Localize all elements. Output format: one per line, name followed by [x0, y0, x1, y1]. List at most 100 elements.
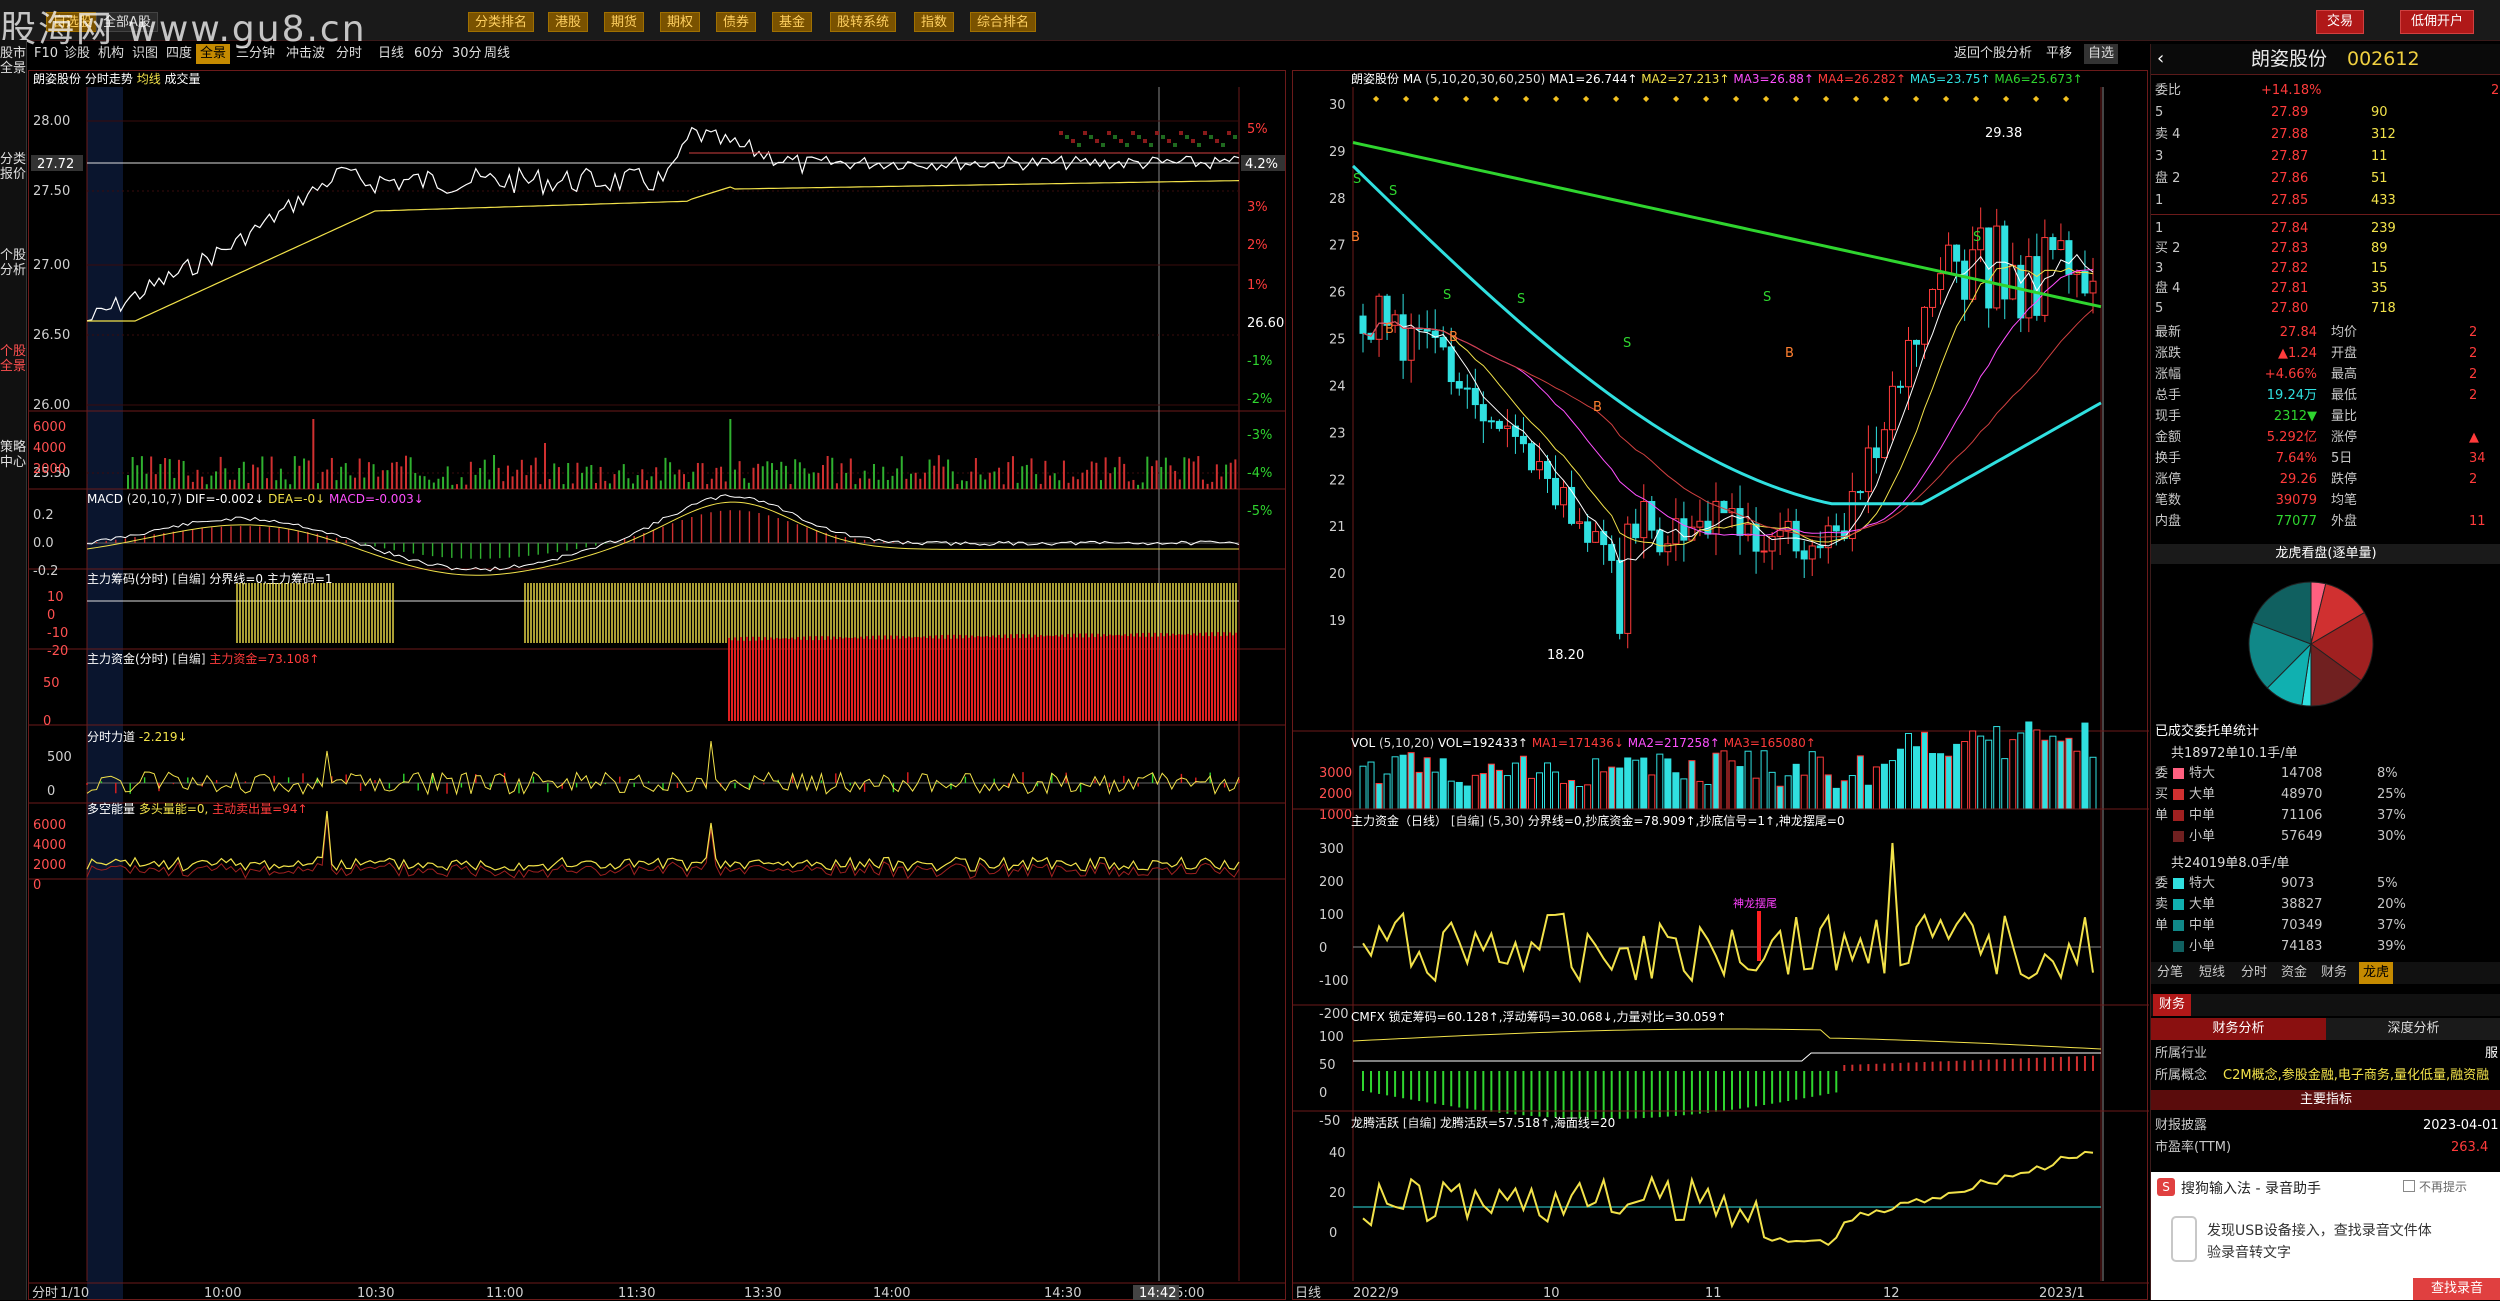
toolbar-item-12[interactable]: 周线 — [480, 44, 514, 64]
candle-body — [1720, 500, 1728, 514]
ask-row[interactable]: 3 27.87 11 — [2151, 146, 2500, 167]
volume-bar — [525, 475, 528, 489]
watchlist-select[interactable]: 自选 — [2084, 44, 2119, 64]
menu-hk-stocks[interactable]: 港股 — [548, 12, 589, 32]
find-recording-button[interactable]: 查找录音 — [2413, 1278, 2500, 1300]
bid-row[interactable]: 1 27.84 239 — [2151, 218, 2500, 239]
menu-futures[interactable]: 期货 — [604, 12, 645, 32]
ask-row[interactable]: 卖 4 27.88 312 — [2151, 124, 2500, 145]
bid-row[interactable]: 5 27.80 718 — [2151, 298, 2500, 319]
nav-stock-analysis[interactable]: 个股分析 — [0, 248, 26, 278]
volume-bar — [191, 481, 194, 489]
volume-bar — [720, 466, 723, 489]
candle-body — [1969, 249, 1977, 300]
nav-stock-panorama[interactable]: 个股全景 — [0, 344, 26, 374]
toolbar-item-10[interactable]: 60分 — [410, 44, 448, 64]
toolbar-item-4[interactable]: 四度 — [162, 44, 196, 64]
volume-bar — [228, 479, 231, 489]
volume-bar — [1058, 480, 1061, 489]
open-account-button[interactable]: 低佣开户 — [2400, 10, 2475, 34]
right-tab-3[interactable]: 资金 — [2277, 962, 2311, 984]
toolbar-item-5[interactable]: 全景 — [196, 44, 231, 64]
right-tab-4[interactable]: 财务 — [2317, 962, 2351, 984]
main-index-header: 主要指标 — [2151, 1090, 2500, 1110]
toolbar-item-7[interactable]: 冲击波 — [282, 44, 329, 64]
back-to-analysis[interactable]: 返回个股分析 — [1950, 44, 2036, 64]
toolbar-item-3[interactable]: 识图 — [128, 44, 162, 64]
nav-strategy-center[interactable]: 策略中心 — [0, 440, 26, 470]
intraday-chart[interactable]: 28.0027.5027.0026.5026.0025.5027.725%4.2… — [29, 71, 1287, 1301]
finance-analysis-tab[interactable]: 财务分析 — [2151, 1018, 2326, 1040]
vol-bar — [1896, 748, 1904, 810]
candle-body — [1664, 543, 1672, 553]
back-arrow-icon[interactable]: ‹ — [2157, 44, 2164, 74]
usb-device-icon — [2171, 1216, 2197, 1262]
daily-price-tick: 20 — [1329, 567, 1346, 582]
nav-market-overview[interactable]: 股市全景 — [0, 46, 26, 76]
buy-order-summary: 共18972单10.1手/单委 特大 14708 8% 买 大单 48970 25% 单 中单 71… — [2151, 742, 2500, 852]
vol-bar — [1776, 785, 1784, 810]
volume-tick-label: 4000 — [33, 441, 66, 456]
top-signal-dot: ◆ — [1763, 94, 1770, 103]
right-tab-5[interactable]: 龙虎 — [2359, 962, 2394, 984]
menu-options[interactable]: 期权 — [660, 12, 701, 32]
volume-bar — [1178, 479, 1181, 489]
summary-row: 委 特大 14708 8% — [2151, 764, 2500, 784]
volume-bar — [835, 483, 838, 489]
menu-funds[interactable]: 基金 — [772, 12, 813, 32]
right-tab-2[interactable]: 分时 — [2237, 962, 2271, 984]
daily-fund-line — [1362, 842, 2094, 984]
menu-category-rank[interactable]: 分类排名 — [468, 12, 535, 32]
pan-button[interactable]: 平移 — [2042, 44, 2076, 64]
vol-title-part: VOL=192433↑ — [1438, 736, 1532, 750]
top-signal-dot: ◆ — [1883, 94, 1890, 103]
vol-bar — [1527, 777, 1535, 810]
vol-bar — [1768, 771, 1776, 810]
toolbar-item-2[interactable]: 机构 — [94, 44, 128, 64]
menu-index[interactable]: 指数 — [914, 12, 955, 32]
nav-category-quote[interactable]: 分类报价 — [0, 152, 26, 182]
toolbar-item-1[interactable]: 诊股 — [60, 44, 94, 64]
volume-bar — [154, 474, 157, 489]
daily-title-part: 朗姿股份 — [1351, 72, 1403, 86]
vol-bar — [1736, 766, 1744, 810]
finance-tab[interactable]: 财务 — [2153, 994, 2192, 1016]
menu-neeq[interactable]: 股转系统 — [830, 12, 897, 32]
toolbar-item-9[interactable]: 日线 — [374, 44, 408, 64]
candle-body — [1568, 486, 1576, 524]
ask-row-5[interactable]: 5 27.89 90 — [2151, 102, 2500, 123]
volume-bar — [933, 465, 936, 489]
volume-bar — [1035, 474, 1038, 489]
daily-chart[interactable]: 朗姿股份 MA (5,10,20,30,60,250) MA1=26.744↑ … — [1293, 71, 2149, 1301]
date-tick-label: 日线 — [1295, 1286, 1321, 1301]
vol-bar — [1608, 766, 1616, 810]
toolbar-item-8[interactable]: 分时 — [332, 44, 366, 64]
right-tab-1[interactable]: 短线 — [2195, 962, 2229, 984]
legend-swatch — [2173, 941, 2184, 952]
candle-body — [1439, 336, 1447, 348]
bid-row[interactable]: 买 2 27.83 89 — [2151, 238, 2500, 259]
bid-row[interactable]: 盘 4 27.81 35 — [2151, 278, 2500, 299]
trade-button[interactable]: 交易 — [2316, 10, 2365, 34]
ask-row[interactable]: 盘 2 27.86 51 — [2151, 168, 2500, 189]
toolbar-item-0[interactable]: F10 — [30, 44, 62, 64]
volume-bar — [1086, 469, 1089, 489]
toolbar-item-6[interactable]: 三分钟 — [232, 44, 279, 64]
right-tab-0[interactable]: 分笔 — [2153, 962, 2187, 984]
fund-tick-label: 50 — [43, 676, 60, 691]
candle-body — [1856, 491, 1864, 494]
summary-row: 委 特大 9073 5% — [2151, 874, 2500, 894]
vol-bar — [1399, 754, 1407, 810]
menu-bonds[interactable]: 债券 — [716, 12, 757, 32]
pct-tick-label: 3% — [1247, 200, 1268, 215]
deep-analysis-tab[interactable]: 深度分析 — [2326, 1018, 2500, 1040]
bid-row[interactable]: 3 27.82 15 — [2151, 258, 2500, 279]
vol-bar — [1455, 781, 1463, 810]
volume-bar — [822, 464, 824, 489]
ask-row[interactable]: 1 27.85 433 — [2151, 190, 2500, 211]
volume-bar — [224, 468, 227, 489]
current-price-label: 27.72 — [37, 157, 74, 172]
dont-remind-checkbox[interactable] — [2403, 1180, 2415, 1192]
webi-row: 委比 +14.18% 2 — [2151, 80, 2500, 101]
menu-composite-rank[interactable]: 综合排名 — [970, 12, 1037, 32]
